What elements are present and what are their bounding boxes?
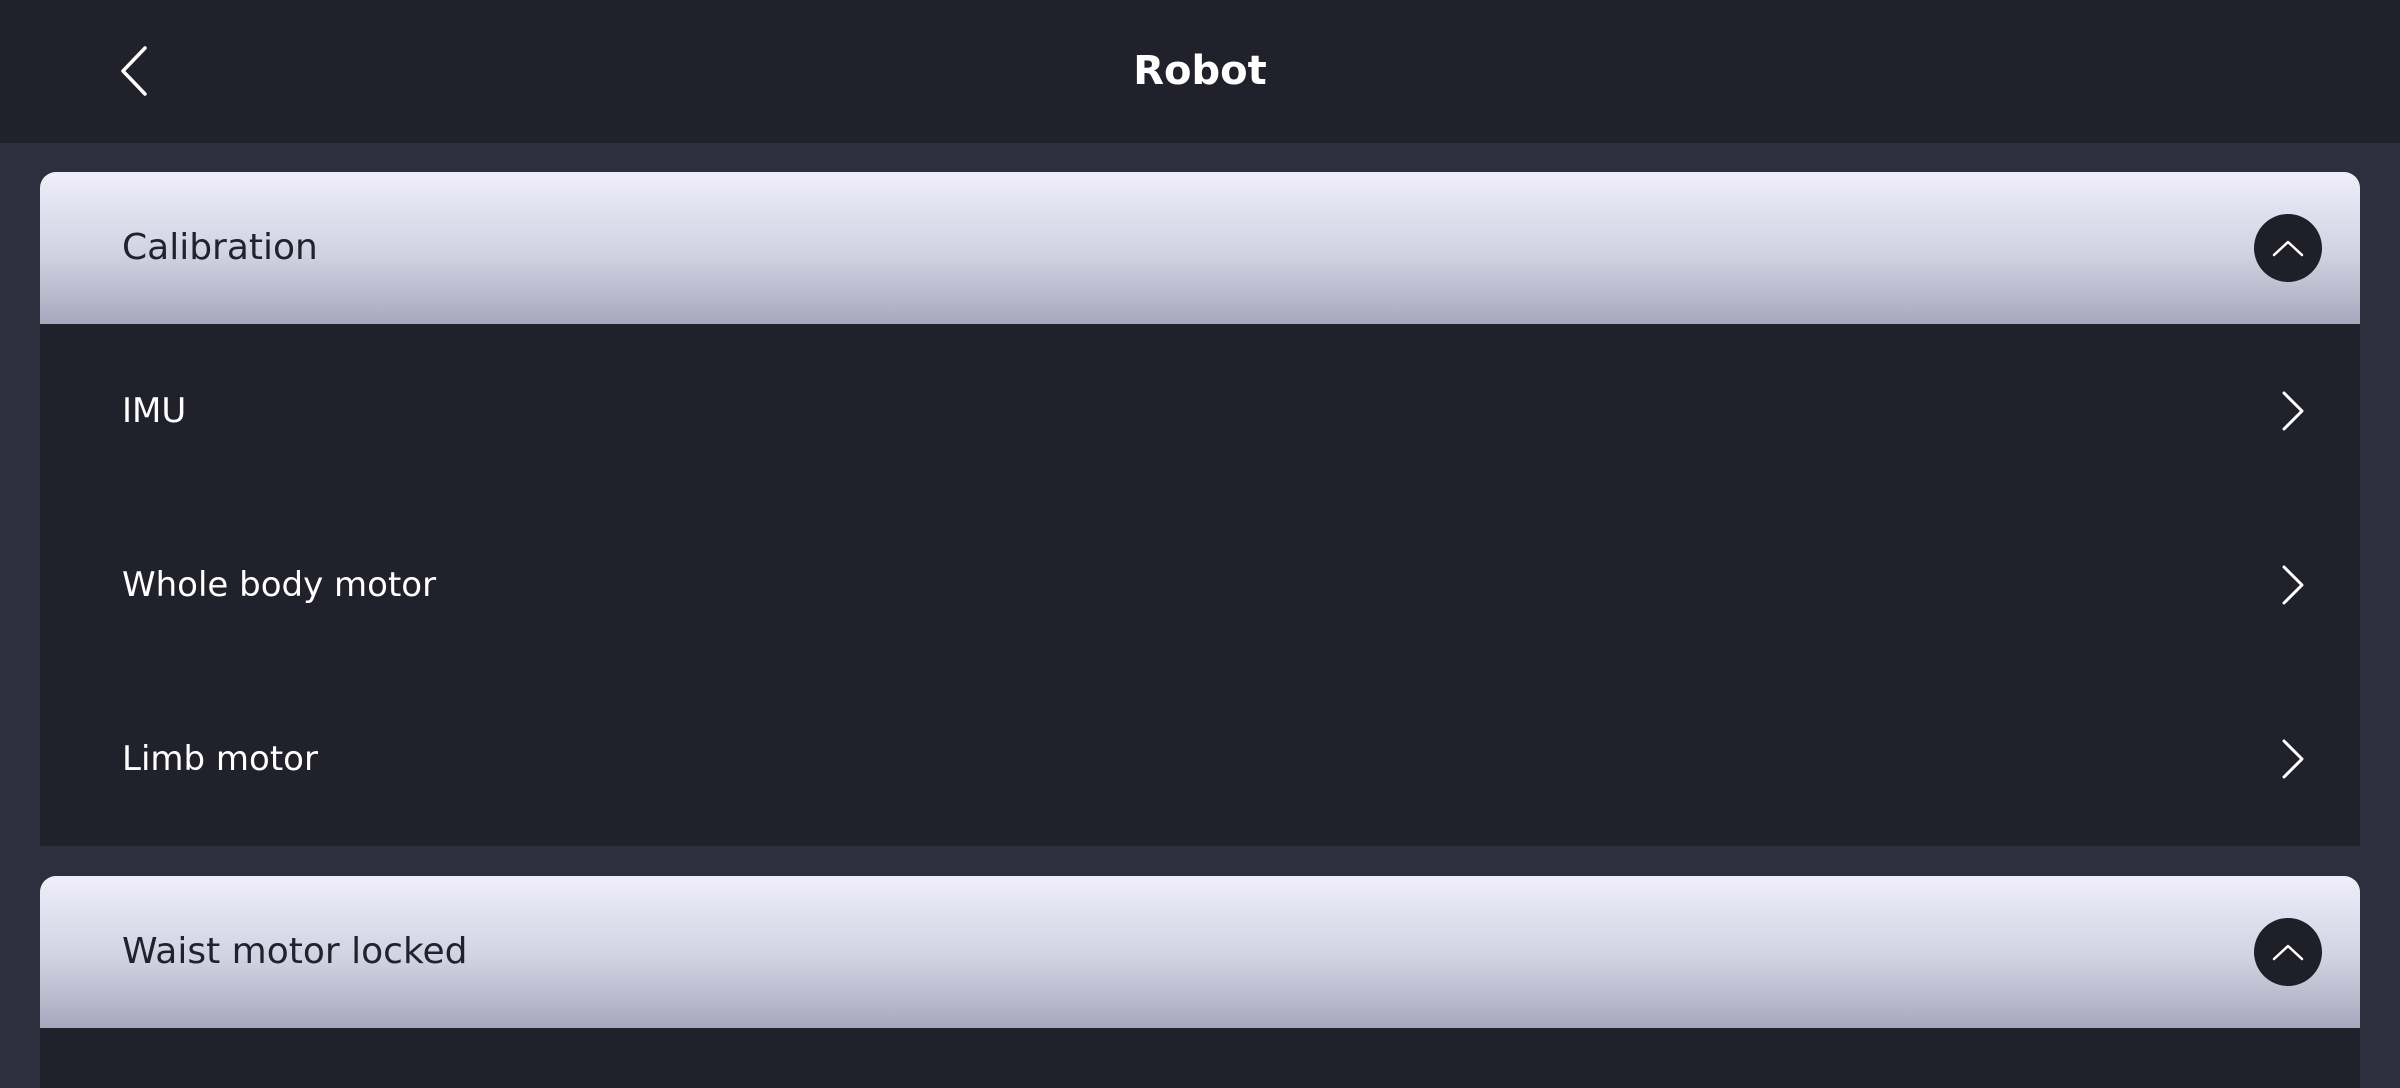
calibration-section-body: IMU Whole body motor Limb motor: [40, 324, 2360, 846]
chevron-right-icon: [2282, 739, 2304, 779]
list-item-imu[interactable]: IMU: [40, 324, 2360, 498]
list-item-label: IMU: [122, 391, 187, 431]
list-item-limb-motor[interactable]: Limb motor: [40, 672, 2360, 846]
chevron-up-icon: [2272, 240, 2304, 257]
back-button[interactable]: [108, 40, 160, 102]
list-item-whole-body-motor[interactable]: Whole body motor: [40, 498, 2360, 672]
chevron-right-icon: [2282, 565, 2304, 605]
chevron-right-icon: [2282, 391, 2304, 431]
waist-motor-locked-section-header[interactable]: Waist motor locked: [40, 876, 2360, 1028]
top-bar: Robot: [0, 0, 2400, 143]
list-item-label: Whole body motor: [122, 565, 437, 605]
list-item-label: Limb motor: [122, 739, 318, 779]
waist-motor-locked-section-body: [40, 1028, 2360, 1088]
waist-motor-locked-section: Waist motor locked: [40, 876, 2360, 1088]
calibration-section-title: Calibration: [122, 227, 318, 268]
calibration-section-header[interactable]: Calibration: [40, 172, 2360, 324]
page-title: Robot: [1133, 48, 1267, 94]
calibration-collapse-button[interactable]: [2254, 214, 2322, 282]
waist-motor-locked-collapse-button[interactable]: [2254, 918, 2322, 986]
chevron-left-icon: [121, 46, 147, 96]
waist-motor-locked-section-title: Waist motor locked: [122, 931, 468, 972]
chevron-up-icon: [2272, 944, 2304, 961]
calibration-section: Calibration IMU Whole body motor Limb mo…: [40, 172, 2360, 846]
